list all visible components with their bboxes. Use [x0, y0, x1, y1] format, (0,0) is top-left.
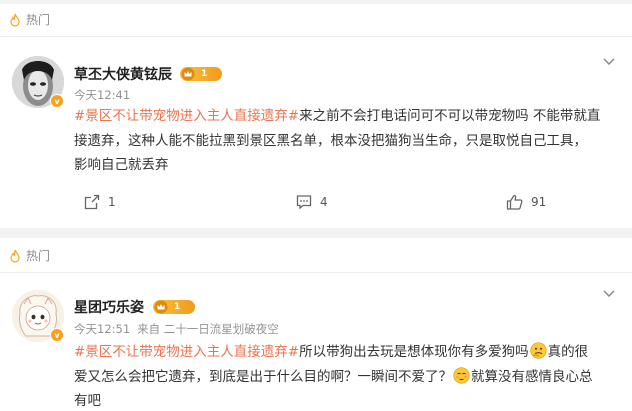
action-bar: 1 4 91 — [0, 194, 632, 214]
repost-count: 1 — [108, 195, 116, 209]
verified-badge-icon: v — [50, 328, 64, 342]
text-fragment: 就算没有感情良心总 — [471, 368, 593, 385]
post-meta: 今天12:51 来自 二十一日流星划破夜空 — [74, 321, 279, 337]
text-fragment: 有吧 — [74, 393, 101, 409]
post-meta: 今天12:41 — [74, 87, 130, 103]
level-badge[interactable]: 1 — [180, 67, 222, 81]
like-button[interactable]: 91 — [506, 194, 546, 210]
text-fragment: 真的很 — [547, 344, 589, 360]
verified-badge-icon: v — [50, 94, 64, 108]
text-line: 接遗弃，这种人能不能拉黑到景区黑名单，根本没把猫狗当生命，只是取悦自己工具， — [74, 132, 587, 149]
flame-icon — [10, 249, 20, 263]
post-text: #景区不让带宠物进入主人直接遗弃#来之前不会打电话问可不可以带宠物吗 不能带就直… — [74, 104, 622, 178]
user-name[interactable]: 星团巧乐姿 — [74, 297, 144, 317]
level-number: 1 — [201, 69, 208, 79]
repost-icon — [84, 194, 100, 210]
post-text: #景区不让带宠物进入主人直接遗弃#所以带狗出去玩是想体现你有多爱狗吗 真的很 爱… — [74, 340, 622, 411]
post-time[interactable]: 今天12:41 — [74, 88, 130, 102]
text-fragment: 爱又怎么会把它遗弃，到底是出于什么目的啊？一瞬间不爱了？ — [74, 368, 452, 385]
hashtag-link[interactable]: #景区不让带宠物进入主人直接遗弃# — [74, 108, 299, 124]
post-time[interactable]: 今天12:51 — [74, 322, 130, 336]
repost-button[interactable]: 1 — [84, 194, 116, 210]
text-line: 影响自己就丢弃 — [74, 157, 169, 173]
hot-label-2: 热门 — [8, 247, 50, 264]
comment-button[interactable]: 4 — [296, 194, 328, 210]
thinking-emoji-icon — [530, 342, 547, 359]
chevron-down-icon[interactable] — [602, 57, 616, 67]
divider — [0, 36, 632, 37]
post-separator — [0, 228, 632, 238]
chevron-down-icon[interactable] — [602, 289, 616, 299]
hashtag-link[interactable]: #景区不让带宠物进入主人直接遗弃# — [74, 344, 299, 360]
hot-text: 热门 — [26, 13, 51, 27]
divider — [0, 272, 632, 273]
text-line: 来之前不会打电话问可不可以带宠物吗 不能带就直 — [299, 108, 601, 124]
post-source[interactable]: 来自 二十一日流星划破夜空 — [137, 322, 279, 336]
hot-label-1: 热门 — [8, 11, 50, 28]
like-count: 91 — [531, 195, 547, 209]
comment-icon — [296, 195, 312, 210]
shy-emoji-icon — [453, 366, 470, 384]
text-fragment: 所以带狗出去玩是想体现你有多爱狗吗 — [299, 344, 529, 360]
level-badge[interactable]: 1 — [153, 300, 195, 314]
like-icon — [506, 194, 523, 210]
flame-icon — [10, 13, 20, 27]
crown-icon — [181, 67, 195, 81]
hot-text: 热门 — [26, 249, 51, 263]
comment-count: 4 — [320, 195, 328, 209]
crown-icon — [154, 300, 168, 314]
level-number: 1 — [174, 302, 181, 312]
user-name[interactable]: 草丕大侠黄铉辰 — [74, 64, 172, 84]
top-gap — [0, 0, 632, 4]
